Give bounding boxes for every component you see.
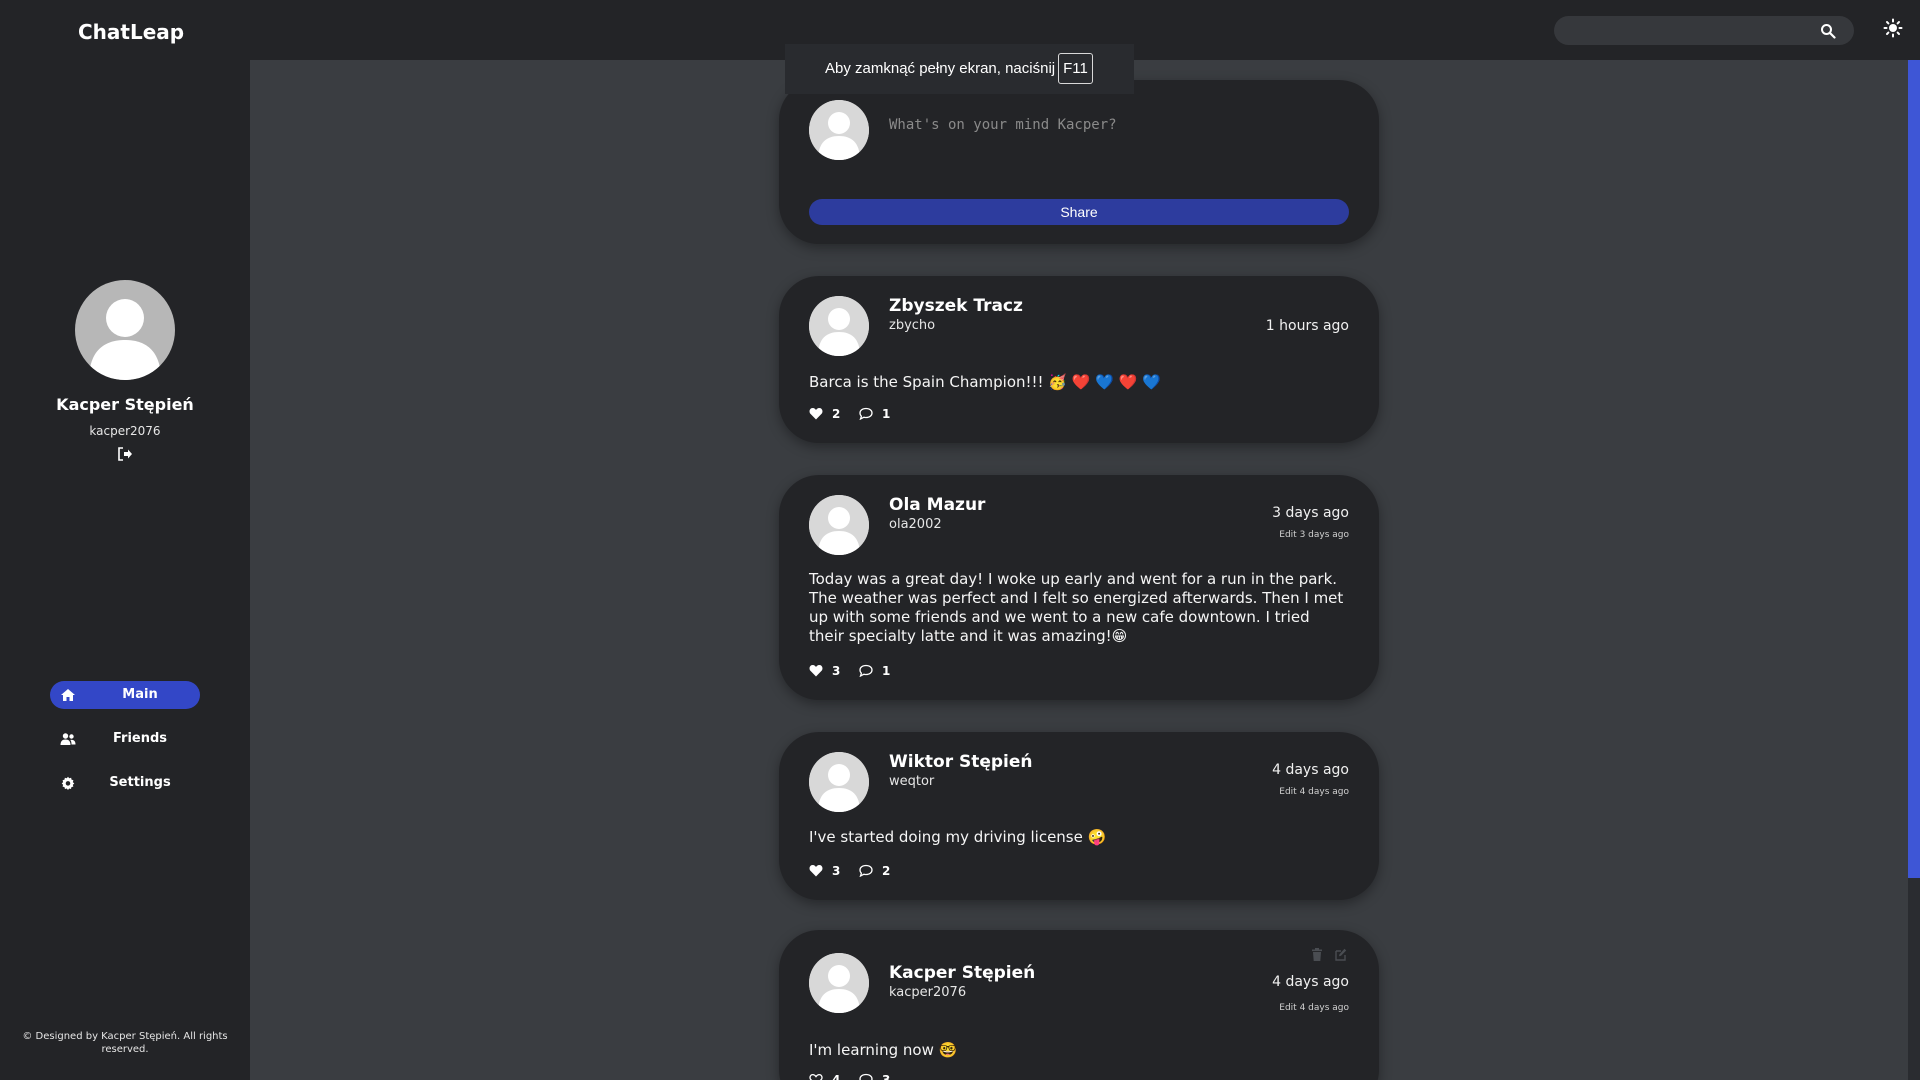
post-card: Kacper Stępień kacper2076 4 days ago Edi… xyxy=(779,930,1379,1080)
post-edited-label: Edit 4 days ago xyxy=(1279,1003,1349,1013)
page-scrollbar[interactable] xyxy=(1908,60,1920,1080)
post-author-name[interactable]: Ola Mazur xyxy=(889,495,985,515)
post-author-name[interactable]: Kacper Stępień xyxy=(889,963,1035,983)
post-author-username: ola2002 xyxy=(889,517,942,532)
user-avatar-icon xyxy=(89,299,161,380)
post-avatar[interactable] xyxy=(809,953,869,1013)
share-button[interactable]: Share xyxy=(809,199,1349,225)
post-time: 1 hours ago xyxy=(1265,318,1349,334)
heart-filled-icon xyxy=(809,408,823,420)
user-avatar-icon xyxy=(809,953,869,1013)
compose-avatar xyxy=(809,100,869,160)
search-icon[interactable] xyxy=(1820,23,1836,39)
comment-icon xyxy=(859,407,873,420)
comment-icon xyxy=(859,1073,873,1080)
like-count: 2 xyxy=(832,407,841,421)
heart-filled-icon xyxy=(809,865,823,877)
trash-icon[interactable] xyxy=(1311,948,1323,961)
post-text: I've started doing my driving license 🤪 xyxy=(809,828,1107,846)
heart-filled-icon xyxy=(809,665,823,677)
comment-icon xyxy=(859,864,873,877)
profile-name: Kacper Stępień xyxy=(56,395,194,414)
post-author-username: weqtor xyxy=(889,774,935,789)
nav-item-label: Settings xyxy=(109,775,171,790)
post-card: Ola Mazur ola2002 3 days ago Edit 3 days… xyxy=(779,475,1379,700)
post-avatar[interactable] xyxy=(809,752,869,812)
app-logo[interactable]: ChatLeap xyxy=(78,20,184,44)
post-text: I'm learning now 🤓 xyxy=(809,1041,958,1059)
heart-outline-icon xyxy=(809,1073,823,1080)
like-count: 4 xyxy=(832,1073,841,1080)
nav-item-label: Main xyxy=(122,687,158,702)
post-text: Today was a great day! I woke up early a… xyxy=(809,570,1344,645)
fullscreen-notice: Aby zamknąć pełny ekran, naciśnij F11 xyxy=(785,44,1134,94)
user-avatar-icon xyxy=(809,100,869,160)
user-avatar-icon xyxy=(809,495,869,555)
post-text: Barca is the Spain Champion!!! 🥳 ❤️ 💙 ❤️… xyxy=(809,373,1161,391)
main-nav: Main Friends Settings xyxy=(50,681,200,813)
nav-item-settings[interactable]: Settings xyxy=(50,769,200,797)
search-input[interactable] xyxy=(1554,16,1814,45)
post-edited-label: Edit 4 days ago xyxy=(1279,787,1349,797)
home-icon xyxy=(61,689,75,701)
theme-toggle-icon[interactable] xyxy=(1883,18,1903,38)
post-time: 4 days ago xyxy=(1272,974,1349,990)
logout-icon[interactable] xyxy=(117,447,133,461)
users-icon xyxy=(60,733,76,745)
post-card: Wiktor Stępień weqtor 4 days ago Edit 4 … xyxy=(779,732,1379,900)
sidebar: Kacper Stępień kacper2076 Main Friends S… xyxy=(0,60,250,1080)
fullscreen-notice-text: Aby zamknąć pełny ekran, naciśnij xyxy=(825,60,1056,77)
user-avatar-icon xyxy=(809,752,869,812)
gear-icon xyxy=(61,776,75,790)
comment-count: 2 xyxy=(882,864,891,878)
footer-copyright: © Designed by Kacper Stępień. All rights… xyxy=(22,1031,228,1055)
post-avatar[interactable] xyxy=(809,296,869,356)
like-count: 3 xyxy=(832,864,841,878)
scrollbar-thumb[interactable] xyxy=(1908,60,1920,878)
post-time: 3 days ago xyxy=(1272,505,1349,521)
post-card: Zbyszek Tracz zbycho 1 hours ago Barca i… xyxy=(779,276,1379,443)
post-owner-tools xyxy=(1309,948,1349,962)
post-author-name[interactable]: Wiktor Stępień xyxy=(889,752,1033,772)
post-author-name[interactable]: Zbyszek Tracz xyxy=(889,296,1023,316)
like-count: 3 xyxy=(832,664,841,678)
fullscreen-key: F11 xyxy=(1058,53,1093,84)
profile-username: kacper2076 xyxy=(89,424,161,438)
compose-input[interactable] xyxy=(889,110,1339,140)
comment-count: 1 xyxy=(882,664,891,678)
post-edited-label: Edit 3 days ago xyxy=(1279,530,1349,540)
search-box[interactable] xyxy=(1554,16,1854,45)
nav-item-main[interactable]: Main xyxy=(50,681,200,709)
post-author-username: kacper2076 xyxy=(889,985,967,1000)
post-author-username: zbycho xyxy=(889,318,936,333)
post-time: 4 days ago xyxy=(1272,762,1349,778)
profile-avatar[interactable] xyxy=(75,280,175,380)
comment-count: 1 xyxy=(882,407,891,421)
edit-icon[interactable] xyxy=(1335,948,1347,961)
post-avatar[interactable] xyxy=(809,495,869,555)
comment-icon xyxy=(859,664,873,677)
user-avatar-icon xyxy=(809,296,869,356)
comment-count: 3 xyxy=(882,1073,891,1080)
nav-item-friends[interactable]: Friends xyxy=(50,725,200,753)
nav-item-label: Friends xyxy=(112,731,168,746)
compose-card: Share xyxy=(779,80,1379,244)
